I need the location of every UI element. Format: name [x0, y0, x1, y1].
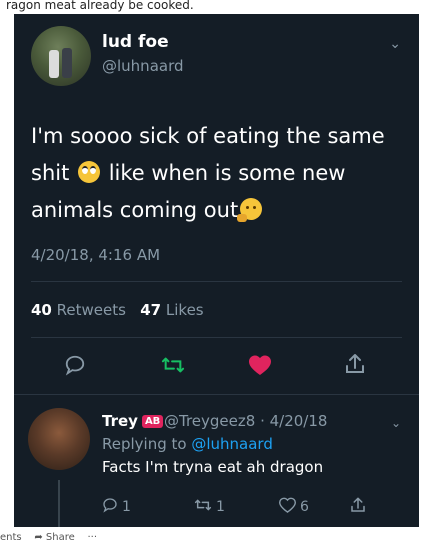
tweet-stats: 40 Retweets 47 Likes [31, 301, 204, 319]
share-link[interactable]: Share [46, 532, 75, 543]
avatar[interactable] [31, 26, 91, 86]
reply-like-button[interactable]: 6 [278, 496, 309, 515]
reply-retweet-button[interactable]: 1 [194, 496, 225, 515]
retweets-label[interactable]: Retweets [57, 301, 126, 319]
tweet-text: I'm soooo sick of eating the same shit l… [31, 118, 401, 229]
divider [14, 394, 419, 395]
thinking-emoji-icon [237, 198, 263, 222]
reply-icon [103, 498, 117, 513]
cropped-header-text: ragon meat already be cooked. [6, 0, 194, 12]
share-icon[interactable] [343, 352, 367, 381]
author-handle[interactable]: @luhnaard [102, 57, 184, 75]
page-footer: ents ➦ Share ··· [0, 532, 433, 544]
reply-like-count: 6 [300, 499, 309, 515]
eye-roll-emoji-icon [78, 161, 101, 183]
reply-meta[interactable]: @Treygeez8 · 4/20/18 [164, 412, 327, 430]
tweet-timestamp[interactable]: 4/20/18, 4:16 AM [31, 246, 160, 264]
reply-share-button[interactable] [349, 496, 367, 518]
retweet-icon[interactable] [161, 354, 185, 381]
replying-handle-link[interactable]: @luhnaard [191, 435, 273, 453]
retweet-icon [194, 499, 212, 511]
retweets-count[interactable]: 40 [31, 301, 52, 319]
reply-author-name[interactable]: Trey AB [102, 412, 164, 430]
replying-to: Replying to @luhnaard [102, 435, 273, 453]
divider [31, 281, 402, 282]
avatar-person-right [62, 48, 72, 78]
share-arrow-icon[interactable]: ➦ [34, 532, 42, 543]
reply-icon[interactable] [64, 354, 86, 381]
share-icon [351, 497, 365, 512]
reply-avatar[interactable] [28, 408, 90, 470]
thread-line [58, 480, 60, 527]
reply-text: Facts I'm tryna eat ah dragon [102, 458, 324, 476]
reply-retweet-count: 1 [216, 499, 225, 515]
like-heart-icon[interactable] [248, 354, 272, 381]
reply-reply-button[interactable]: 1 [102, 496, 131, 515]
reply-badge: AB [141, 415, 164, 428]
likes-label[interactable]: Likes [166, 301, 204, 319]
replying-prefix: Replying to [102, 435, 187, 453]
heart-icon [278, 497, 297, 513]
more-options-icon[interactable]: ··· [88, 532, 98, 543]
avatar-person-left [49, 50, 59, 78]
reply-author-name-text: Trey [102, 412, 138, 430]
likes-count[interactable]: 47 [140, 301, 161, 319]
comments-link[interactable]: ents [0, 532, 22, 543]
reply-tweet[interactable]: Trey AB @Treygeez8 · 4/20/18 ⌄ Replying t… [14, 396, 419, 527]
author-name[interactable]: lud foe [102, 32, 169, 52]
tweet-card: lud foe @luhnaard ⌄ I'm soooo sick of ea… [14, 14, 419, 527]
chevron-down-icon[interactable]: ⌄ [391, 416, 401, 430]
chevron-down-icon[interactable]: ⌄ [389, 36, 401, 52]
divider [31, 337, 402, 338]
reply-count: 1 [122, 499, 131, 515]
